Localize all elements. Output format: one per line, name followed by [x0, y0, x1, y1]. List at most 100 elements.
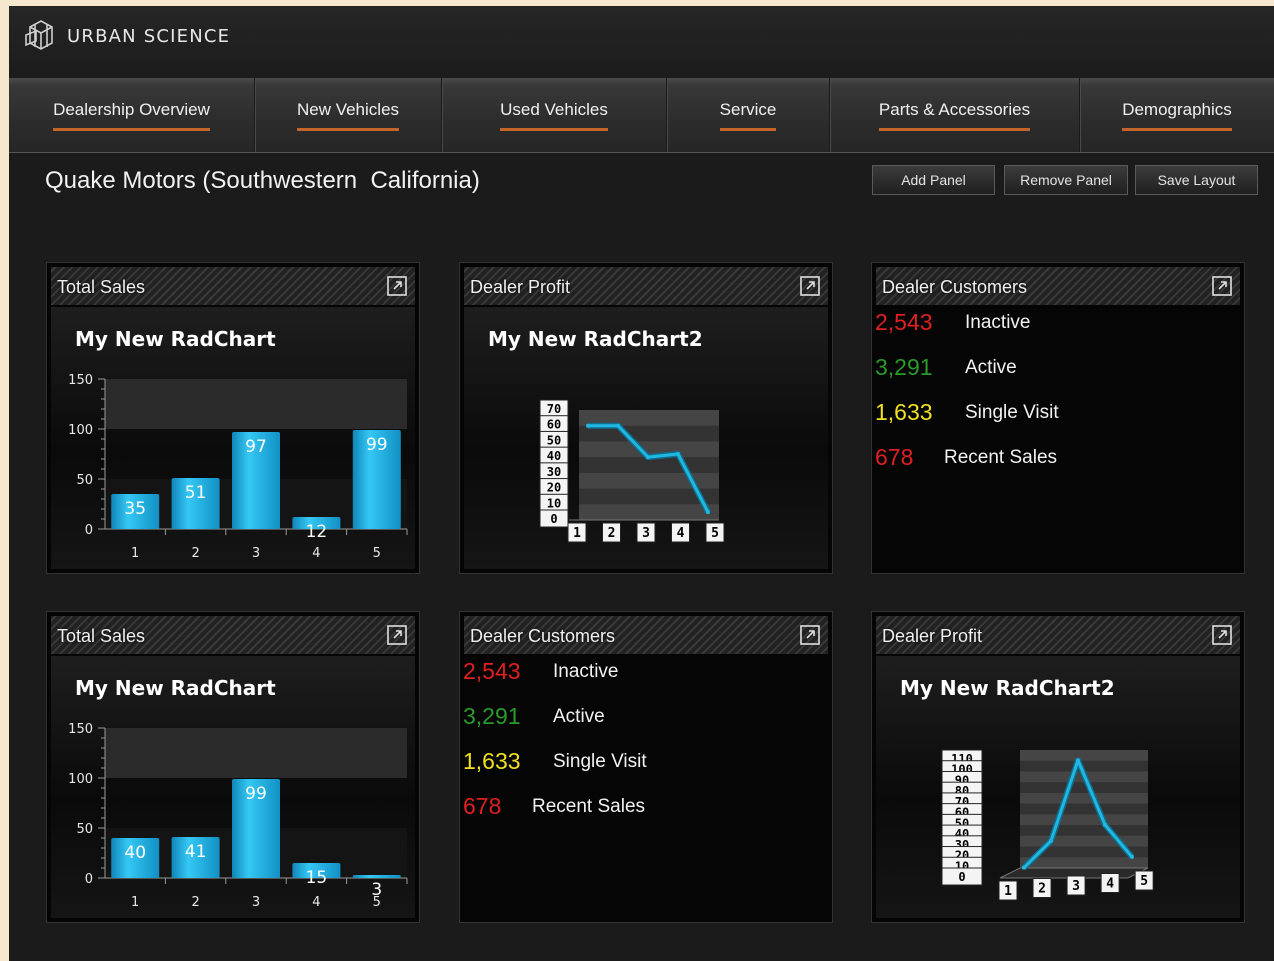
customer-stat-row: 2,543 Inactive	[460, 658, 832, 690]
x-tick-label: 1	[131, 546, 139, 561]
panel-header[interactable]: Dealer Customers	[876, 267, 1240, 305]
x-tick-label: 2	[608, 526, 616, 541]
x-tick-label: 3	[252, 546, 260, 561]
plot-band	[105, 728, 407, 778]
x-tick-label: 3	[252, 895, 260, 910]
expand-icon[interactable]	[387, 625, 407, 645]
x-tick-label: 5	[1140, 874, 1148, 889]
y-tick-label: 40	[547, 449, 561, 463]
x-tick-label: 5	[373, 546, 381, 561]
x-tick-label: 1	[1004, 884, 1012, 899]
expand-icon[interactable]	[1212, 625, 1232, 645]
line-chart-1: 7060504030201001 2 3 4 5	[539, 399, 725, 543]
stat-value: 1,633	[463, 748, 521, 774]
nav-tab-parts-accessories[interactable]: Parts & Accessories	[830, 78, 1080, 152]
panel-title: Dealer Profit	[470, 277, 571, 297]
plot-stripe	[1020, 750, 1148, 761]
nav-tab-dealership-overview[interactable]: Dealership Overview	[9, 78, 255, 152]
plot-stripe	[579, 472, 719, 489]
nav-tab-label: Parts & Accessories	[878, 100, 1031, 131]
page-title: Quake Motors (Southwestern California)	[45, 167, 480, 194]
panel-header[interactable]: Total Sales	[51, 616, 415, 654]
customer-stat-row: 3,291 Active	[872, 354, 1244, 386]
x-tick-label: 5	[373, 895, 381, 910]
x-tick-label: 5	[711, 526, 719, 541]
bar-chart-1: 0 50 100 150 35 1 51 2 97 3 12 4 99 5	[68, 373, 408, 561]
save-layout-button[interactable]: Save Layout	[1135, 165, 1258, 195]
bar-data-label: 99	[245, 784, 267, 804]
bar-data-label: 40	[124, 843, 146, 863]
urban-science-logo-icon	[25, 20, 53, 50]
y-tick-label: 50	[76, 473, 93, 488]
panel-dealer-customers: Dealer Customers 2,543 Inactive 3,291 Ac…	[871, 262, 1245, 574]
data-point	[1130, 854, 1134, 859]
bar-data-label: 12	[306, 522, 328, 542]
stat-label: Inactive	[965, 312, 1031, 333]
x-tick-label: 3	[1072, 879, 1080, 894]
nav-tab-used-vehicles[interactable]: Used Vehicles	[442, 78, 667, 152]
bar-data-label: 41	[185, 842, 207, 862]
x-tick-label: 4	[312, 895, 320, 910]
expand-icon[interactable]	[800, 625, 820, 645]
line-chart-area: My New RadChart2 110 100 90 80 70 60 50 40 30 20 1…	[876, 656, 1240, 918]
bar-data-label: 97	[245, 437, 267, 457]
nav-tab-new-vehicles[interactable]: New Vehicles	[255, 78, 442, 152]
bar-chart-area: My New RadChart 0 50 100 150 35 1 51 2 97 3 12 4 99 5	[51, 307, 415, 569]
customer-stat-row: 678 Recent Sales	[460, 793, 832, 825]
nav-tab-demographics[interactable]: Demographics	[1080, 78, 1274, 152]
panel-header[interactable]: Dealer Profit	[876, 616, 1240, 654]
stat-value: 678	[463, 793, 502, 819]
data-point	[1049, 838, 1053, 843]
nav-tab-label: Used Vehicles	[500, 100, 608, 131]
bar-chart-area: My New RadChart 0 50 100 150 40 1 41 2 99 3 15 4 3 5	[51, 656, 415, 918]
y-tick-label: 50	[547, 433, 561, 447]
main-nav: Dealership Overview New Vehicles Used Ve…	[9, 78, 1274, 153]
bar-data-label: 35	[124, 499, 146, 519]
panel-header[interactable]: Dealer Customers	[464, 616, 828, 654]
data-point	[646, 455, 650, 460]
plot-stripe	[1020, 814, 1148, 826]
nav-tab-service[interactable]: Service	[667, 78, 830, 152]
bar-data-label: 15	[306, 868, 328, 888]
expand-icon[interactable]	[387, 276, 407, 296]
x-tick-label: 4	[312, 546, 320, 561]
remove-panel-button[interactable]: Remove Panel	[1004, 165, 1128, 195]
customer-stat-row: 2,543 Inactive	[872, 309, 1244, 341]
x-tick-label: 2	[1038, 882, 1046, 897]
panel-title: Dealer Customers	[882, 277, 1028, 297]
customer-stat-row: 3,291 Active	[460, 703, 832, 735]
customer-stat-row: 1,633 Single Visit	[872, 399, 1244, 431]
stat-value: 2,543	[463, 658, 521, 684]
stat-label: Active	[965, 357, 1017, 378]
stat-label: Single Visit	[553, 751, 647, 772]
x-tick-label: 1	[573, 526, 581, 541]
stat-value: 2,543	[875, 309, 933, 335]
stat-value: 1,633	[875, 399, 933, 425]
x-tick-label: 1	[131, 895, 139, 910]
nav-tab-label: New Vehicles	[296, 100, 400, 131]
y-tick-label: 150	[68, 373, 93, 388]
data-point	[1103, 822, 1107, 827]
stat-value: 3,291	[875, 354, 933, 380]
data-point	[1022, 865, 1026, 870]
bar	[352, 875, 401, 878]
panel-total-sales: Total Sales My New RadChart 0 50 100 150 35 1…	[46, 262, 420, 574]
panel-title: Dealer Profit	[882, 626, 983, 646]
brand-name: URBAN SCIENCE	[67, 26, 231, 47]
panel-header[interactable]: Total Sales	[51, 267, 415, 305]
stat-label: Inactive	[553, 661, 619, 682]
y-tick-label: 0	[85, 872, 93, 887]
plot-band	[105, 379, 407, 429]
stat-label: Single Visit	[965, 402, 1059, 423]
top-bar: URBAN SCIENCE	[9, 6, 1274, 78]
bar-data-label: 99	[366, 435, 388, 455]
add-panel-button[interactable]: Add Panel	[872, 165, 995, 195]
expand-icon[interactable]	[800, 276, 820, 296]
y-tick-label: 0	[958, 870, 965, 884]
x-tick-label: 3	[642, 526, 650, 541]
stat-label: Recent Sales	[944, 447, 1058, 468]
panel-dealer-profit: Dealer Profit My New RadChart2 70 60 50 40 3…	[459, 262, 833, 574]
panel-header[interactable]: Dealer Profit	[464, 267, 828, 305]
expand-icon[interactable]	[1212, 276, 1232, 296]
plot-stripe	[1020, 835, 1148, 847]
